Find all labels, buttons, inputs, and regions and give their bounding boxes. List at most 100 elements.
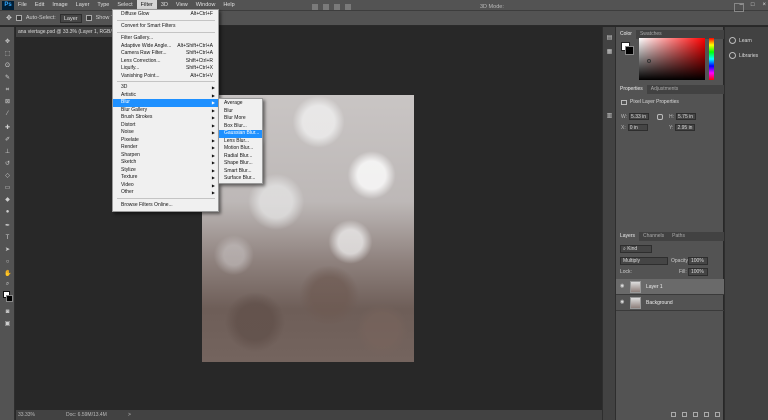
zoom-level[interactable]: 33.33% (18, 412, 35, 418)
menu-edit[interactable]: Edit (31, 0, 48, 10)
gradient-icon[interactable]: ▭ (4, 185, 11, 191)
new-layer-icon[interactable] (715, 412, 720, 417)
history-panel-icon[interactable]: ▤ (606, 35, 613, 41)
visibility-eye-icon[interactable]: ◉ (620, 300, 626, 305)
healing-brush-icon[interactable]: ✚ (4, 125, 11, 131)
show-transform-checkbox[interactable] (85, 15, 92, 21)
libraries-button[interactable]: Libraries (729, 52, 758, 59)
brush-icon[interactable]: ✐ (4, 137, 11, 143)
filter-item-noise[interactable]: Noise ▶ (113, 129, 218, 137)
frame-icon[interactable]: ⊠ (4, 99, 11, 105)
document-tab[interactable]: ana viertage.psd @ 33.3% (Layer 1, RGB/8… (16, 27, 121, 37)
filter-item-artistic[interactable]: Artistic ▶ (113, 92, 218, 100)
hue-slider[interactable] (709, 38, 714, 80)
blur-item-shape-blur[interactable]: Shape Blur... (219, 160, 262, 168)
blur-item-box-blur[interactable]: Box Blur... (219, 123, 262, 131)
color-picker-marker[interactable] (647, 59, 651, 63)
zoom-icon[interactable]: ⌕ (4, 281, 11, 287)
menu-type[interactable]: Type (93, 0, 113, 10)
filter-item-gallery[interactable]: Filter Gallery... (113, 35, 218, 43)
width-field[interactable]: 5.33 in (629, 113, 650, 120)
filter-item-liquify[interactable]: Liquify... Shift+Ctrl+X (113, 65, 218, 73)
filter-item-video[interactable]: Video ▶ (113, 182, 218, 190)
quick-select-icon[interactable]: ✎ (4, 75, 11, 81)
menu-file[interactable]: File (14, 0, 31, 10)
filter-item-lens-correction[interactable]: Lens Correction... Shift+Ctrl+R (113, 58, 218, 66)
tab-adjustments[interactable]: Adjustments (647, 85, 683, 94)
layer-row[interactable]: ◉ Layer 1 (616, 279, 724, 295)
y-field[interactable]: 2.95 in (675, 124, 696, 131)
eraser-icon[interactable]: ◇ (4, 173, 11, 179)
clone-stamp-icon[interactable]: ⊥ (4, 149, 11, 155)
blur-item-surface-blur[interactable]: Surface Blur... (219, 175, 262, 183)
layer-row[interactable]: ◉ Background (616, 295, 724, 311)
filter-item-sharpen[interactable]: Sharpen ▶ (113, 152, 218, 160)
close-button[interactable]: × (762, 2, 766, 8)
tab-channels[interactable]: Channels (639, 232, 668, 241)
layer-filter-dropdown[interactable]: ⌕ Kind (620, 245, 652, 253)
crop-icon[interactable]: ⌗ (4, 87, 11, 93)
filter-item-texture[interactable]: Texture ▶ (113, 174, 218, 182)
new-group-icon[interactable] (704, 412, 709, 417)
x-field[interactable]: 0 in (627, 124, 648, 131)
tab-layers[interactable]: Layers (616, 232, 640, 241)
blend-mode-dropdown[interactable]: Multiply (620, 257, 668, 265)
history-brush-icon[interactable]: ↺ (4, 161, 11, 167)
blur-item-lens-blur[interactable]: Lens Blur... (219, 138, 262, 146)
blur-item-average[interactable]: Average (219, 100, 262, 108)
path-select-icon[interactable]: ➤ (4, 247, 11, 253)
align-right-icon[interactable] (334, 4, 340, 10)
fill-field[interactable]: 100% (688, 268, 708, 276)
menu-help[interactable]: Help (219, 0, 238, 10)
menu-layer[interactable]: Layer (72, 0, 94, 10)
dodge-icon[interactable]: ● (4, 209, 11, 215)
filter-item-vanishing-point[interactable]: Vanishing Point... Alt+Ctrl+V (113, 73, 218, 81)
filter-item-convert-smart[interactable]: Convert for Smart Filters (113, 23, 218, 31)
learn-button[interactable]: Learn (729, 37, 752, 44)
filter-item-adaptive-wide-angle[interactable]: Adaptive Wide Angle... Alt+Shift+Ctrl+A (113, 43, 218, 51)
filter-item-distort[interactable]: Distort ▶ (113, 122, 218, 130)
background-color-swatch[interactable] (6, 295, 13, 302)
info-panel-icon[interactable]: ▥ (606, 113, 613, 119)
shape-icon[interactable]: ○ (4, 259, 11, 265)
brush-settings-icon[interactable]: ▦ (606, 49, 613, 55)
align-center-icon[interactable] (323, 4, 329, 10)
screen-mode-icon[interactable]: ▣ (4, 321, 11, 327)
blur-item-smart-blur[interactable]: Smart Blur... (219, 168, 262, 176)
move-icon[interactable]: ✥ (4, 39, 11, 45)
link-dimensions-icon[interactable] (657, 114, 663, 120)
type-icon[interactable]: T (4, 235, 11, 241)
filter-item-blur[interactable]: Blur ▶ (113, 99, 218, 107)
hand-icon[interactable]: ✋ (4, 271, 11, 277)
blur-item-blur[interactable]: Blur (219, 108, 262, 116)
blur-item-radial-blur[interactable]: Radial Blur... (219, 153, 262, 161)
move-tool-icon[interactable]: ✥ (6, 14, 12, 22)
filter-item-blur-gallery[interactable]: Blur Gallery ▶ (113, 107, 218, 115)
color-background-swatch[interactable] (625, 46, 634, 55)
filter-item-brush-strokes[interactable]: Brush Strokes ▶ (113, 114, 218, 122)
workspace-icon[interactable] (734, 3, 744, 12)
pen-icon[interactable]: ✒ (4, 223, 11, 229)
blur-item-gaussian-blur[interactable]: Gaussian Blur... (219, 130, 262, 138)
height-field[interactable]: 5.75 in (676, 113, 696, 120)
opacity-field[interactable]: 100% (688, 257, 708, 265)
quick-mask-icon[interactable]: ◙ (4, 309, 11, 315)
filter-item-browse-online[interactable]: Browse Filters Online... (113, 202, 218, 210)
tab-properties[interactable]: Properties (616, 85, 647, 94)
tab-color[interactable]: Color (616, 30, 636, 39)
blur-item-blur-more[interactable]: Blur More (219, 115, 262, 123)
filter-item-stylize[interactable]: Stylize ▶ (113, 167, 218, 175)
maximize-button[interactable]: □ (751, 2, 755, 8)
filter-item-render[interactable]: Render ▶ (113, 144, 218, 152)
blur-tool-icon[interactable]: ◆ (4, 197, 11, 203)
filter-item-camera-raw[interactable]: Camera Raw Filter... Shift+Ctrl+A (113, 50, 218, 58)
tab-paths[interactable]: Paths (668, 232, 689, 241)
marquee-icon[interactable]: ⬚ (4, 51, 11, 57)
link-layers-icon[interactable] (671, 412, 676, 417)
auto-select-checkbox[interactable] (15, 15, 22, 21)
add-style-icon[interactable] (682, 412, 687, 417)
distribute-icon[interactable] (345, 4, 351, 10)
auto-select-dropdown[interactable]: Layer (59, 13, 82, 23)
filter-item-last[interactable]: Diffuse Glow Alt+Ctrl+F (113, 11, 218, 19)
menu-image[interactable]: Image (48, 0, 71, 10)
